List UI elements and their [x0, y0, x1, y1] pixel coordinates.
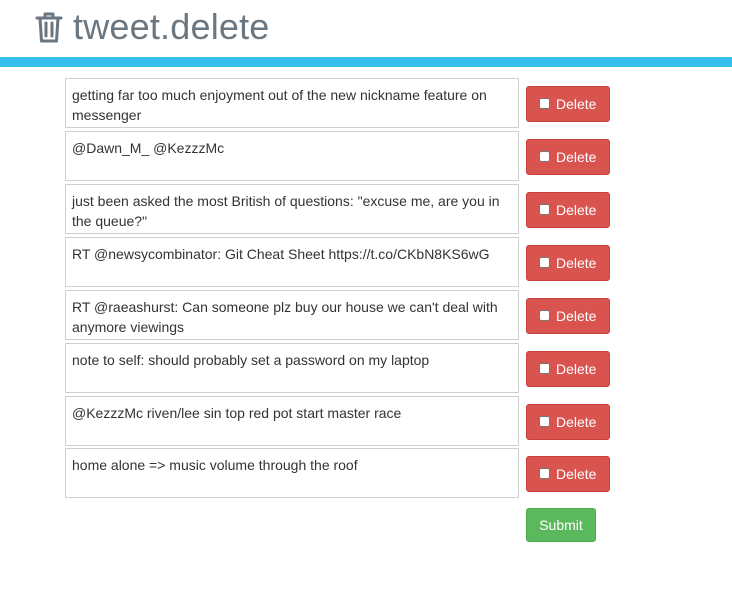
delete-button[interactable]: Delete	[526, 86, 610, 122]
delete-button[interactable]: Delete	[526, 139, 610, 175]
delete-checkbox[interactable]	[539, 467, 550, 479]
delete-button[interactable]: Delete	[526, 192, 610, 228]
delete-checkbox[interactable]	[539, 415, 550, 427]
delete-button[interactable]: Delete	[526, 298, 610, 334]
delete-label: Delete	[556, 255, 597, 271]
delete-label: Delete	[556, 149, 597, 165]
tweet-text: note to self: should probably set a pass…	[65, 343, 519, 393]
delete-checkbox[interactable]	[539, 150, 550, 162]
delete-checkbox[interactable]	[539, 97, 550, 109]
delete-button[interactable]: Delete	[526, 456, 610, 492]
delete-button[interactable]: Delete	[526, 351, 610, 387]
tweet-text: just been asked the most British of ques…	[65, 184, 519, 234]
header: tweet.delete	[0, 0, 732, 57]
delete-checkbox[interactable]	[539, 362, 550, 374]
delete-button[interactable]: Delete	[526, 245, 610, 281]
delete-checkbox[interactable]	[539, 256, 550, 268]
app-title: tweet.delete	[73, 6, 270, 47]
delete-label: Delete	[556, 202, 597, 218]
delete-button[interactable]: Delete	[526, 404, 610, 440]
delete-label: Delete	[556, 466, 597, 482]
tweet-text: getting far too much enjoyment out of th…	[65, 78, 519, 128]
delete-label: Delete	[556, 308, 597, 324]
tweet-text: RT @newsycombinator: Git Cheat Sheet htt…	[65, 237, 519, 287]
delete-checkbox[interactable]	[539, 203, 550, 215]
tweet-text: home alone => music volume through the r…	[65, 448, 519, 498]
delete-label: Delete	[556, 96, 597, 112]
tweet-text: RT @raeashurst: Can someone plz buy our …	[65, 290, 519, 340]
submit-button[interactable]: Submit	[526, 508, 596, 542]
tweet-text: @KezzzMc riven/lee sin top red pot start…	[65, 396, 519, 446]
brand: tweet.delete	[34, 6, 270, 48]
delete-checkbox[interactable]	[539, 309, 550, 321]
tweet-text: @Dawn_M_ @KezzzMc	[65, 131, 519, 181]
delete-label: Delete	[556, 361, 597, 377]
header-accent-bar	[0, 57, 732, 67]
delete-label: Delete	[556, 414, 597, 430]
trash-icon	[35, 12, 63, 43]
